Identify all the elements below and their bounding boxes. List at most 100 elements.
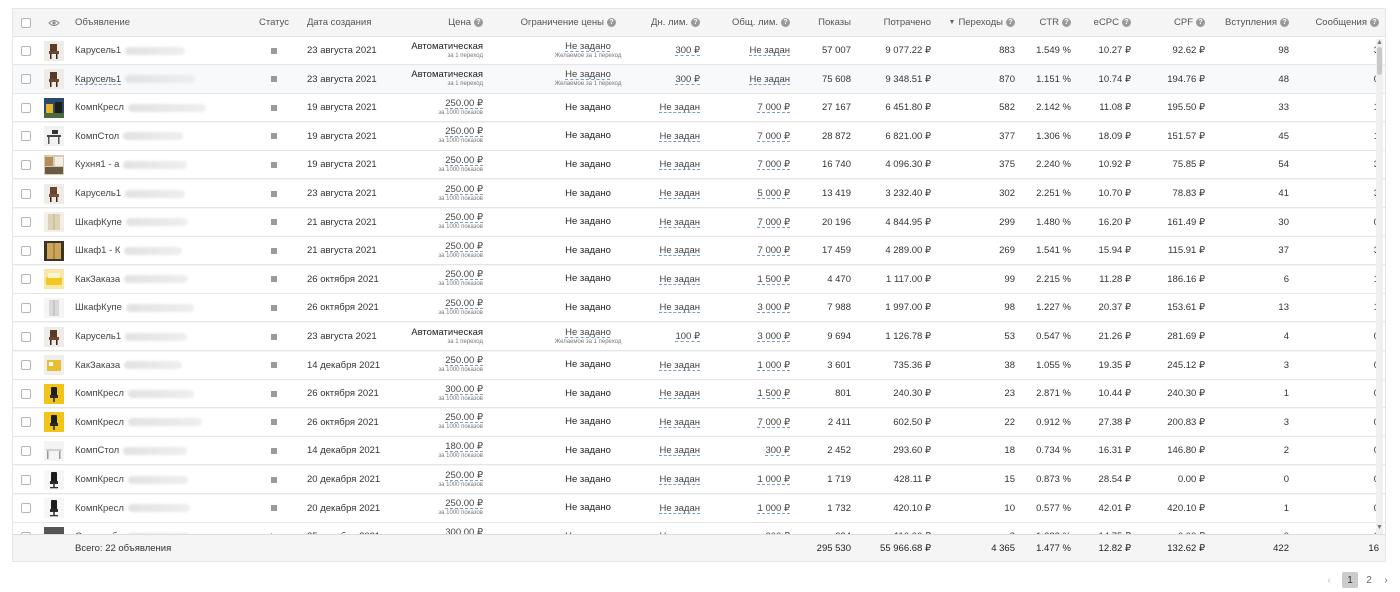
daily-limit-link[interactable]: Не задан [660,474,701,485]
help-icon[interactable]: ? [1062,18,1071,27]
daily-limit-link[interactable]: 300 ₽ [675,45,700,56]
price-limit-cell[interactable]: Не задано [565,274,611,284]
daily-limit-link[interactable]: Не задан [660,217,701,228]
ad-name-cell[interactable]: КомпСтол [75,123,245,150]
col-total-limit[interactable]: Общ. лим.? [713,9,790,36]
price-value[interactable]: 250.00 ₽ [445,241,483,252]
col-daily-limit[interactable]: Дн. лим.? [633,9,700,36]
status-paused-icon[interactable] [271,76,277,83]
pagination-page-current[interactable]: 1 [1342,572,1358,588]
total-limit-link[interactable]: 1 500 ₽ [758,388,790,399]
total-limit-link[interactable]: 7 000 ₽ [758,131,790,142]
table-row[interactable]: ШкафКупе 21 августа 2021 250.00 ₽ за 1000 п… [13,208,1385,237]
total-limit-link[interactable]: 3 000 ₽ [758,302,790,313]
price-limit-cell[interactable]: Не задано Желаемое за 1 переход [555,41,622,60]
ad-name-cell[interactable]: Карусель1 [75,37,245,64]
row-checkbox[interactable] [21,360,31,371]
table-row[interactable]: КомпКресл 19 августа 2021 250.00 ₽ за 1000 … [13,94,1385,123]
daily-limit-link[interactable]: Не задан [660,102,701,113]
price-limit-cell[interactable]: Не задано Желаемое за 1 переход [555,70,622,88]
ad-name-cell[interactable]: КомпКресл [75,380,245,407]
row-checkbox[interactable] [21,331,31,342]
price-value[interactable]: 250.00 ₽ [445,184,483,195]
table-row[interactable]: КомпСтол 19 августа 2021 250.00 ₽ за 1000 п… [13,122,1385,151]
daily-limit-link[interactable]: Не задан [660,131,701,142]
ad-name-cell[interactable]: Карусель1 [75,66,245,93]
ad-name-cell[interactable]: Шкаф1 - К [75,237,245,264]
price-limit-cell[interactable]: Не задано [565,245,611,256]
status-paused-icon[interactable] [271,447,277,454]
price-limit-cell[interactable]: Не задано [565,217,611,227]
price-cell[interactable]: 250.00 ₽ за 1000 показов [438,470,483,489]
price-limit-cell[interactable]: Не задано [565,102,611,113]
price-cell[interactable]: 300.00 ₽за 1000 показов [438,384,483,403]
price-value[interactable]: 250.00 ₽ [445,298,483,309]
price-value[interactable]: 250.00 ₽ [445,155,483,166]
ad-name[interactable]: КомпСтол [75,445,119,456]
vertical-scrollbar[interactable] [1376,39,1383,534]
row-checkbox[interactable] [21,45,31,56]
help-icon[interactable]: ? [607,18,616,27]
price-limit-value[interactable]: Не задано [565,327,611,338]
ad-name-cell[interactable]: ШкафКупе [75,294,245,321]
total-limit-link[interactable]: 7 000 ₽ [758,417,790,428]
ad-name-cell[interactable]: КакЗаказа [75,352,245,379]
price-value[interactable]: 250.00 ₽ [445,213,483,223]
table-row[interactable]: Карусель1 23 августа 2021 Автоматическая за… [13,65,1385,94]
ad-name-cell[interactable]: Карусель1 [75,323,245,350]
price-cell[interactable]: 250.00 ₽ за 1000 показов [438,298,483,317]
price-limit-value[interactable]: Не задано [565,131,611,141]
price-cell[interactable]: 250.00 ₽ за 1000 показов [438,356,483,374]
col-ecpc[interactable]: eCPC? [1079,9,1131,36]
ad-name[interactable]: Шкаф1 - К [75,245,120,256]
price-limit-cell[interactable]: Не задано [565,159,611,170]
row-checkbox[interactable] [21,217,31,228]
price-cell[interactable]: 250.00 ₽ за 1000 показов [438,499,483,517]
col-joins[interactable]: Вступления? [1213,9,1289,36]
price-limit-value[interactable]: Не задано [565,417,611,427]
help-icon[interactable]: ? [1196,18,1205,27]
price-cell[interactable]: 250.00 ₽ за 1000 показов [438,155,483,174]
row-checkbox[interactable] [21,245,31,256]
table-row[interactable]: Карусель1 23 августа 2021 Автоматическая за… [13,323,1385,351]
ad-name[interactable]: КомпКресл [75,474,124,485]
daily-limit-link[interactable]: Не задан [660,159,701,170]
col-spent[interactable]: Потрачено [863,9,931,36]
price-limit-value[interactable]: Не задано [565,245,611,256]
table-row[interactable]: ШкафКупе 26 октября 2021 250.00 ₽ за 1000 п… [13,294,1385,323]
total-limit-link[interactable]: 7 000 ₽ [758,217,790,228]
table-row[interactable]: КомпКресл 26 октября 2021 250.00 ₽ за 1000 … [13,408,1385,437]
price-limit-value[interactable]: Не задано [565,159,611,170]
status-paused-icon[interactable] [271,505,277,512]
daily-limit-link[interactable]: Не задан [660,274,701,285]
help-icon[interactable]: ? [1370,18,1379,27]
price-value[interactable]: 250.00 ₽ [445,127,483,137]
ad-name-cell[interactable]: КомпСтол [75,437,245,464]
scrollbar-thumb[interactable] [1377,47,1382,75]
table-row[interactable]: КакЗаказа 26 октября 2021 250.00 ₽ за 1000 … [13,265,1385,294]
price-limit-cell[interactable]: Не задано [565,445,611,456]
row-checkbox[interactable] [21,131,31,142]
ad-name[interactable]: ШкафКупе [75,217,122,228]
price-limit-value[interactable]: Не задано [565,445,611,456]
total-limit-link[interactable]: 1 000 ₽ [758,474,790,485]
daily-limit-link[interactable]: Не задан [660,503,701,514]
price-limit-cell[interactable]: Не задано [565,302,611,313]
ad-name[interactable]: Кухня1 - а [75,159,119,170]
total-limit-link[interactable]: 5 000 ₽ [758,188,790,199]
price-value[interactable]: Автоматическая [411,327,483,338]
price-limit-value[interactable]: Не задано [565,302,611,313]
price-cell[interactable]: 250.00 ₽ за 1000 показов [438,213,483,231]
ad-name-cell[interactable]: Кухня1 - а [75,151,245,178]
select-all-checkbox[interactable] [21,17,31,28]
row-checkbox[interactable] [21,159,31,170]
ad-name-cell[interactable]: КомпКресл [75,466,245,493]
ad-name[interactable]: КакЗаказа [75,360,120,371]
col-messages[interactable]: Сообщения? [1303,9,1379,36]
price-cell[interactable]: Автоматическая за 1 переход [411,327,483,346]
row-checkbox[interactable] [21,102,31,113]
price-limit-cell[interactable]: Не задано [565,417,611,427]
status-paused-icon[interactable] [271,362,277,369]
col-ad[interactable]: Объявление [75,9,130,36]
daily-limit-link[interactable]: 100 ₽ [675,331,700,342]
